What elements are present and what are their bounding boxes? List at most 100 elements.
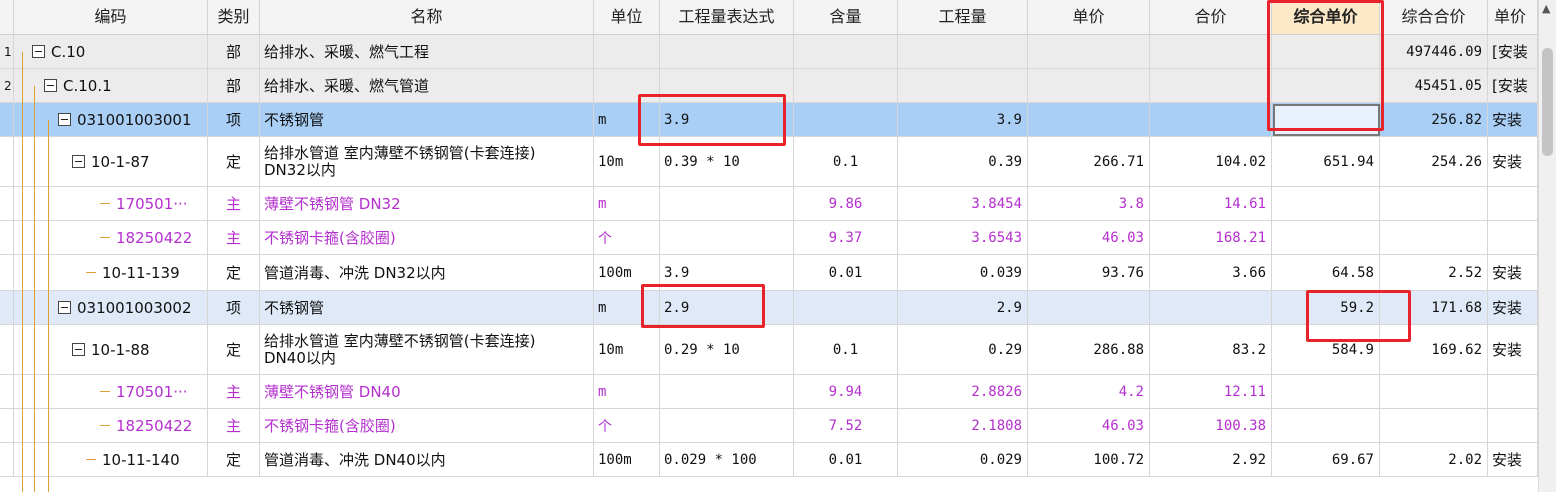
cell-total[interactable]: 12.11	[1150, 375, 1272, 408]
cell-expr[interactable]: 0.029 * 100	[660, 443, 794, 476]
table-row[interactable]: 170501··· 主 薄壁不锈钢管 DN40 m 9.94 2.8826 4.2 12.11	[0, 375, 1538, 409]
cell-unit2[interactable]	[1488, 187, 1538, 220]
cell-comp_total[interactable]	[1380, 409, 1488, 442]
cell-unit[interactable]: m	[594, 103, 660, 136]
table-row[interactable]: 1 C.10 部 给排水、采暖、燃气工程 497446.09 [安装	[0, 35, 1538, 69]
cell-unit[interactable]: m	[594, 291, 660, 324]
cell-total[interactable]: 100.38	[1150, 409, 1272, 442]
cell-content[interactable]: 0.1	[794, 325, 898, 374]
cell-content[interactable]: 0.1	[794, 137, 898, 186]
cell-comp_total[interactable]: 45451.05	[1380, 69, 1488, 102]
cell-price[interactable]	[1028, 69, 1150, 102]
cell-expr[interactable]	[660, 69, 794, 102]
header-code[interactable]: 编码	[14, 0, 208, 34]
cell-qty[interactable]: 3.8454	[898, 187, 1028, 220]
cell-comp_total[interactable]: 256.82	[1380, 103, 1488, 136]
cell-unit2[interactable]: 安装	[1488, 255, 1538, 290]
cell-expr[interactable]: 3.9	[660, 103, 794, 136]
cell-qty[interactable]: 0.29	[898, 325, 1028, 374]
cell-name[interactable]: 管道消毒、冲洗 DN32以内	[260, 255, 594, 290]
cell-content[interactable]	[794, 103, 898, 136]
cell-code[interactable]: 10-11-139	[14, 255, 208, 290]
vertical-scrollbar[interactable]: ▲	[1538, 0, 1556, 492]
cell-total[interactable]: 104.02	[1150, 137, 1272, 186]
cell-comp_price[interactable]	[1272, 409, 1380, 442]
cell-total[interactable]: 2.92	[1150, 443, 1272, 476]
cell-expr[interactable]	[660, 35, 794, 68]
minus-box-icon[interactable]	[58, 301, 71, 314]
cell-price[interactable]: 3.8	[1028, 187, 1150, 220]
cell-idx[interactable]	[0, 325, 14, 374]
cell-idx[interactable]	[0, 255, 14, 290]
cell-type[interactable]: 定	[208, 443, 260, 476]
minus-box-icon[interactable]	[32, 45, 45, 58]
cell-code[interactable]: C.10.1	[14, 69, 208, 102]
cell-idx[interactable]	[0, 137, 14, 186]
cell-price[interactable]: 286.88	[1028, 325, 1150, 374]
header-type[interactable]: 类别	[208, 0, 260, 34]
cell-code[interactable]: C.10	[14, 35, 208, 68]
cell-idx[interactable]: 2	[0, 69, 14, 102]
cell-qty[interactable]: 3.9	[898, 103, 1028, 136]
table-row[interactable]: 10-1-87 定 给排水管道 室内薄壁不锈钢管(卡套连接) DN32以内 10m 0.…	[0, 137, 1538, 187]
cell-idx[interactable]	[0, 221, 14, 254]
cell-comp_total[interactable]	[1380, 187, 1488, 220]
cell-unit[interactable]: m	[594, 187, 660, 220]
cell-content[interactable]: 9.86	[794, 187, 898, 220]
header-quantity[interactable]: 工程量	[898, 0, 1028, 34]
cell-code[interactable]: 170501···	[14, 187, 208, 220]
cell-content[interactable]: 0.01	[794, 443, 898, 476]
cell-comp_total[interactable]	[1380, 375, 1488, 408]
minus-box-icon[interactable]	[72, 343, 85, 356]
cell-type[interactable]: 定	[208, 325, 260, 374]
cell-price[interactable]: 100.72	[1028, 443, 1150, 476]
cell-idx[interactable]	[0, 375, 14, 408]
cell-name[interactable]: 给排水管道 室内薄壁不锈钢管(卡套连接) DN40以内	[260, 325, 594, 374]
cell-comp_total[interactable]: 171.68	[1380, 291, 1488, 324]
cell-content[interactable]: 9.37	[794, 221, 898, 254]
cell-unit2[interactable]: [安装	[1488, 35, 1538, 68]
cell-code[interactable]: 170501···	[14, 375, 208, 408]
cell-content[interactable]: 0.01	[794, 255, 898, 290]
cell-type[interactable]: 项	[208, 103, 260, 136]
cell-code[interactable]: 031001003002	[14, 291, 208, 324]
header-composite-total[interactable]: 综合合价	[1380, 0, 1488, 34]
minus-box-icon[interactable]	[58, 113, 71, 126]
cell-qty[interactable]: 2.8826	[898, 375, 1028, 408]
table-row[interactable]: 18250422 主 不锈钢卡箍(含胶圈) 个 9.37 3.6543 46.03 168.2…	[0, 221, 1538, 255]
cell-comp_price[interactable]	[1272, 35, 1380, 68]
cell-idx[interactable]	[0, 291, 14, 324]
cell-comp_total[interactable]: 497446.09	[1380, 35, 1488, 68]
cell-code[interactable]: 10-1-88	[14, 325, 208, 374]
cell-unit[interactable]	[594, 69, 660, 102]
cell-total[interactable]: 168.21	[1150, 221, 1272, 254]
cell-comp_price[interactable]: 64.58	[1272, 255, 1380, 290]
header-expression[interactable]: 工程量表达式	[660, 0, 794, 34]
cell-unit2[interactable]	[1488, 375, 1538, 408]
header-content[interactable]: 含量	[794, 0, 898, 34]
cell-comp_price[interactable]	[1272, 375, 1380, 408]
cell-content[interactable]	[794, 69, 898, 102]
cell-comp_total[interactable]: 169.62	[1380, 325, 1488, 374]
cell-unit[interactable]: 100m	[594, 443, 660, 476]
cell-type[interactable]: 定	[208, 255, 260, 290]
header-name[interactable]: 名称	[260, 0, 594, 34]
cell-unit2[interactable]: 安装	[1488, 103, 1538, 136]
cell-content[interactable]	[794, 291, 898, 324]
cell-unit[interactable]	[594, 35, 660, 68]
cell-qty[interactable]: 0.039	[898, 255, 1028, 290]
cell-code[interactable]: 10-1-87	[14, 137, 208, 186]
cell-expr[interactable]	[660, 187, 794, 220]
cell-type[interactable]: 定	[208, 137, 260, 186]
cell-unit2[interactable]: 安装	[1488, 443, 1538, 476]
cell-price[interactable]	[1028, 291, 1150, 324]
table-row[interactable]: 2 C.10.1 部 给排水、采暖、燃气管道 45451.05 [安装	[0, 69, 1538, 103]
cell-price[interactable]	[1028, 103, 1150, 136]
cell-unit2[interactable]: [安装	[1488, 69, 1538, 102]
cell-name[interactable]: 给排水、采暖、燃气工程	[260, 35, 594, 68]
cell-unit2[interactable]	[1488, 409, 1538, 442]
cell-comp_total[interactable]	[1380, 221, 1488, 254]
table-row[interactable]: 170501··· 主 薄壁不锈钢管 DN32 m 9.86 3.8454 3.8 14.61	[0, 187, 1538, 221]
cell-type[interactable]: 主	[208, 221, 260, 254]
cell-total[interactable]	[1150, 291, 1272, 324]
